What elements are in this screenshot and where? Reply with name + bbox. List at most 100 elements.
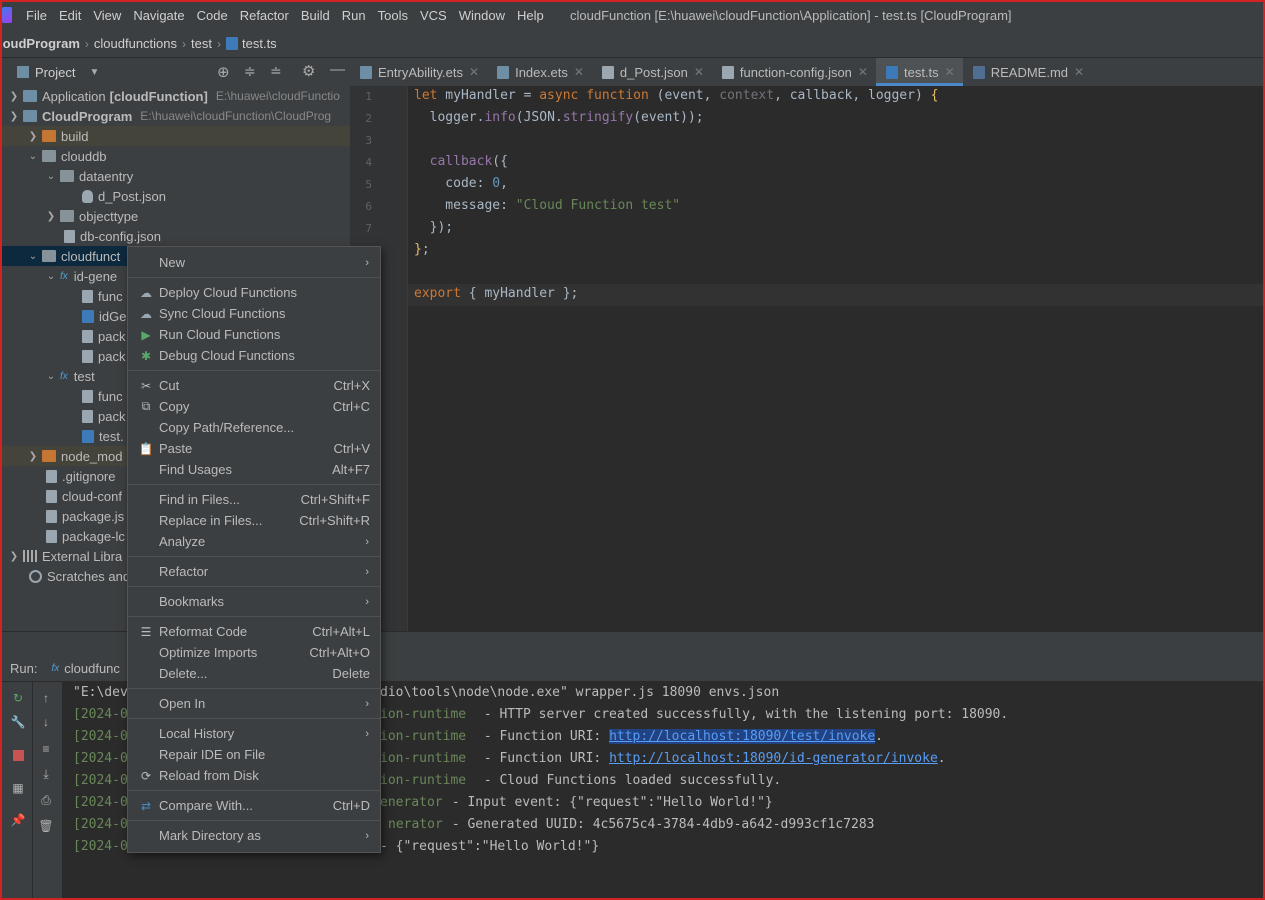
menu-item-debug-cloud-functions[interactable]: ✱ Debug Cloud Functions [128, 345, 380, 366]
menu-item-find-in-files[interactable]: Find in Files... Ctrl+Shift+F [128, 489, 380, 510]
menu-item-new[interactable]: New › [128, 252, 380, 273]
menu-item-sync-cloud-functions[interactable]: ☁ Sync Cloud Functions [128, 303, 380, 324]
hide-panel-icon[interactable]: — [330, 61, 345, 78]
tree-item-dataentry[interactable]: ⌄ dataentry [0, 166, 350, 186]
menu-item-optimize-imports[interactable]: Optimize Imports Ctrl+Alt+O [128, 642, 380, 663]
menu-navigate[interactable]: Navigate [133, 8, 184, 23]
rerun-icon[interactable]: ↻ [10, 690, 26, 706]
trash-icon[interactable]: 🗑 [38, 818, 54, 834]
close-icon[interactable]: ✕ [469, 65, 479, 79]
tree-item-db-config[interactable]: db-config.json [0, 226, 350, 246]
chevron-right-icon[interactable]: ❯ [27, 451, 39, 462]
chevron-right-icon[interactable]: ❯ [45, 211, 57, 222]
menu-code[interactable]: Code [197, 8, 228, 23]
breadcrumb-cloudfunctions[interactable]: cloudfunctions [94, 36, 177, 51]
menu-item-delete[interactable]: Delete... Delete [128, 663, 380, 684]
stop-icon[interactable] [10, 747, 26, 763]
expand-all-icon[interactable]: ≑ [244, 63, 256, 80]
chevron-down-icon[interactable]: ⌄ [27, 151, 39, 162]
menu-refactor[interactable]: Refactor [240, 8, 289, 23]
chevron-down-icon[interactable]: ⌄ [45, 171, 57, 182]
tree-item-clouddb[interactable]: ⌄ clouddb [0, 146, 350, 166]
project-view-selector[interactable]: Project [35, 65, 75, 80]
menu-item-local-history[interactable]: Local History › [128, 723, 380, 744]
close-icon[interactable]: ✕ [1074, 65, 1084, 79]
menu-run[interactable]: Run [342, 8, 366, 23]
menu-file[interactable]: File [26, 8, 47, 23]
pin-icon[interactable]: 📌 [10, 812, 26, 828]
tab-test-ts[interactable]: test.ts ✕ [875, 58, 963, 86]
tree-item-application[interactable]: ❯ Application [cloudFunction] E:\huawei\… [0, 86, 350, 106]
menu-item-run-cloud-functions[interactable]: ▶ Run Cloud Functions [128, 324, 380, 345]
print-icon[interactable]: ⎙ [38, 792, 54, 808]
tab-d-post[interactable]: d_Post.json ✕ [592, 58, 712, 86]
menu-item-deploy-cloud-functions[interactable]: ☁ Deploy Cloud Functions [128, 282, 380, 303]
run-tab-cloudfunction[interactable]: fx cloudfunc [51, 661, 119, 676]
menu-item-bookmarks[interactable]: Bookmarks › [128, 591, 380, 612]
arrow-down-icon[interactable]: ↓ [38, 714, 54, 730]
close-icon[interactable]: ✕ [858, 65, 868, 79]
close-icon[interactable]: ✕ [945, 65, 955, 79]
menu-item-compare-with[interactable]: ⇄ Compare With... Ctrl+D [128, 795, 380, 816]
window-title: cloudFunction [E:\huawei\cloudFunction\A… [570, 8, 1012, 23]
chevron-down-icon[interactable]: ▼ [89, 67, 99, 78]
menu-item-mark-directory-as[interactable]: Mark Directory as › [128, 825, 380, 846]
menu-item-paste[interactable]: 📋 Paste Ctrl+V [128, 438, 380, 459]
menu-item-open-in[interactable]: Open In › [128, 693, 380, 714]
tree-item-d-post-json[interactable]: d_Post.json [0, 186, 350, 206]
menu-help[interactable]: Help [517, 8, 544, 23]
menu-item-analyze[interactable]: Analyze › [128, 531, 380, 552]
collapse-all-icon[interactable]: ≐ [270, 63, 282, 80]
breadcrumb-project[interactable]: loudProgram [0, 36, 80, 51]
chevron-down-icon[interactable]: ⌄ [45, 271, 57, 282]
tree-item-build[interactable]: ❯ build [0, 126, 350, 146]
menu-item-replace-in-files[interactable]: Replace in Files... Ctrl+Shift+R [128, 510, 380, 531]
tab-readme[interactable]: README.md ✕ [963, 58, 1092, 86]
function-icon: fx [60, 270, 68, 282]
tree-item-label: dataentry [79, 168, 134, 184]
code-editor[interactable]: 1 2 3 4 5 6 7 8 9 let myHandler = async … [350, 86, 1265, 631]
locate-target-icon[interactable]: ⊕ [217, 63, 230, 81]
menu-item-copy-path[interactable]: Copy Path/Reference... [128, 417, 380, 438]
console-text: dio\tools\node\node.exe" wrapper.js 1809… [380, 685, 780, 700]
menu-item-reformat-code[interactable]: ☰ Reformat Code Ctrl+Alt+L [128, 621, 380, 642]
copy-icon: ⧉ [141, 399, 151, 413]
menu-item-repair-ide[interactable]: Repair IDE on File [128, 744, 380, 765]
tree-item-cloudprogram[interactable]: ❯ CloudProgram E:\huawei\cloudFunction\C… [0, 106, 350, 126]
menu-view[interactable]: View [93, 8, 121, 23]
console-link-test-invoke[interactable]: http://localhost:18090/test/invoke [609, 729, 876, 744]
scroll-to-end-icon[interactable]: ⤓ [38, 766, 54, 782]
chevron-right-icon[interactable]: ❯ [8, 91, 20, 102]
tree-item-label: pack [98, 328, 126, 344]
breadcrumb-test-ts[interactable]: test.ts [242, 36, 277, 51]
menu-item-find-usages[interactable]: Find Usages Alt+F7 [128, 459, 380, 480]
menu-build[interactable]: Build [301, 8, 330, 23]
wrench-icon[interactable]: 🔧 [10, 714, 26, 730]
close-icon[interactable]: ✕ [694, 65, 704, 79]
run-toolbar: ↻ ↑ 🔧 ↓ ≡ ⤓ ▦ ⎙ 📌 🗑 [0, 682, 62, 900]
chevron-right-icon[interactable]: ❯ [27, 131, 39, 142]
close-icon[interactable]: ✕ [574, 65, 584, 79]
menu-item-reload-from-disk[interactable]: ⟳ Reload from Disk [128, 765, 380, 786]
arrow-up-icon[interactable]: ↑ [38, 690, 54, 706]
layout-icon[interactable]: ▦ [10, 780, 26, 796]
chevron-down-icon[interactable]: ⌄ [27, 251, 39, 262]
menu-item-refactor[interactable]: Refactor › [128, 561, 380, 582]
breadcrumb-test[interactable]: test [191, 36, 212, 51]
menu-vcs[interactable]: VCS [420, 8, 447, 23]
tree-item-objecttype[interactable]: ❯ objecttype [0, 206, 350, 226]
tab-function-config[interactable]: function-config.json ✕ [712, 58, 876, 86]
tab-index[interactable]: Index.ets ✕ [487, 58, 592, 86]
tab-entryability[interactable]: EntryAbility.ets ✕ [350, 58, 487, 86]
chevron-down-icon[interactable]: ⌄ [45, 371, 57, 382]
menu-item-copy[interactable]: ⧉ Copy Ctrl+C [128, 396, 380, 417]
menu-tools[interactable]: Tools [378, 8, 408, 23]
chevron-right-icon[interactable]: ❯ [8, 551, 20, 562]
console-link-id-generator-invoke[interactable]: http://localhost:18090/id-generator/invo… [609, 751, 938, 766]
menu-item-cut[interactable]: ✂ Cut Ctrl+X [128, 375, 380, 396]
soft-wrap-icon[interactable]: ≡ [38, 741, 54, 757]
chevron-down-icon[interactable]: ❯ [8, 111, 20, 122]
gear-icon[interactable]: ⚙ [302, 62, 315, 80]
menu-edit[interactable]: Edit [59, 8, 81, 23]
menu-window[interactable]: Window [459, 8, 505, 23]
